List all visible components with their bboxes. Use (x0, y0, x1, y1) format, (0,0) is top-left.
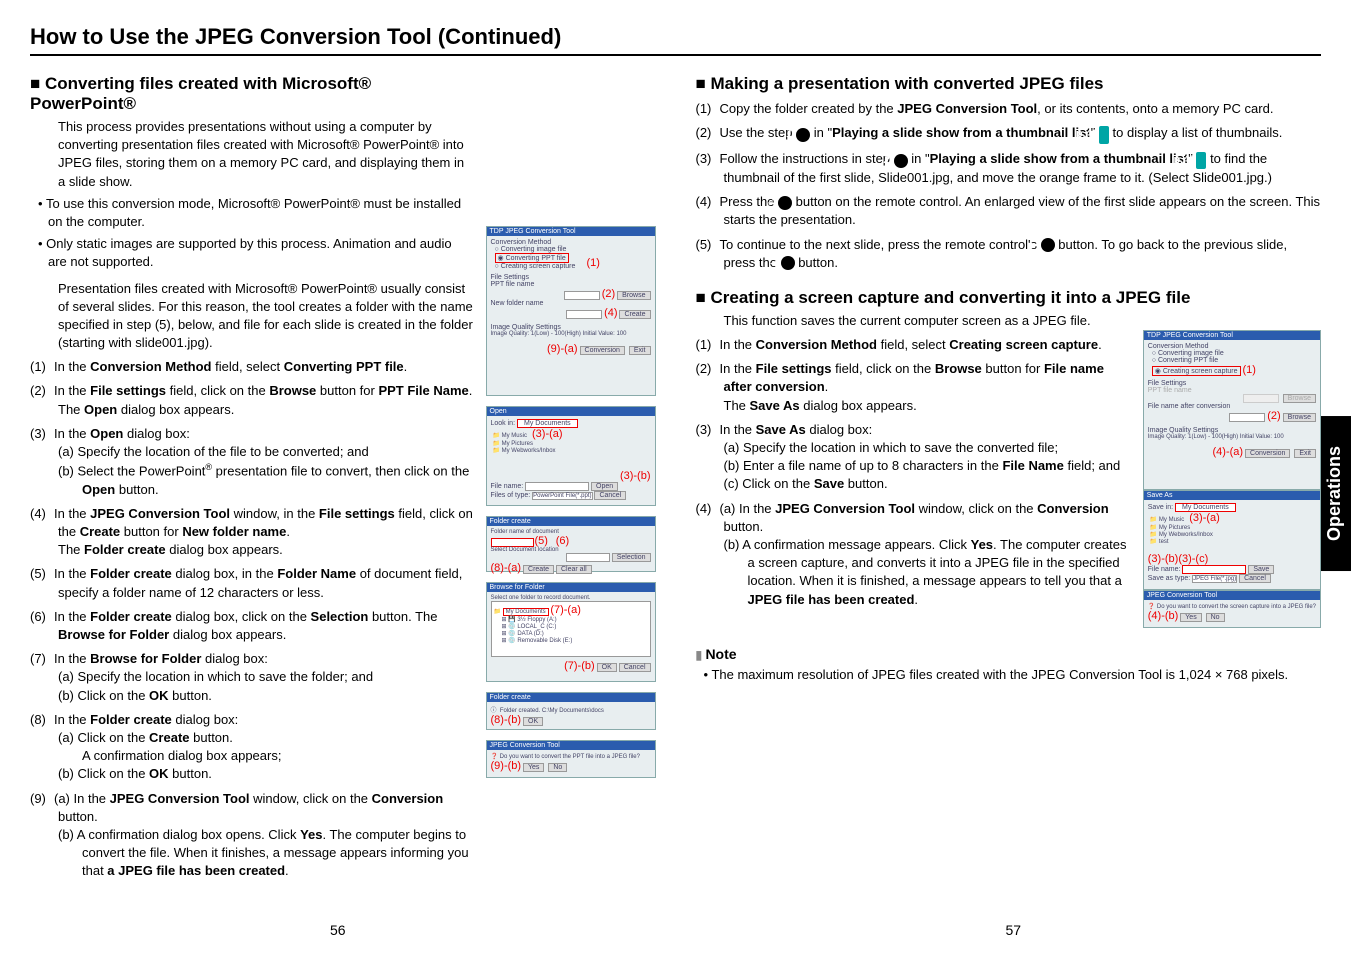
step-2: (2)In the File settings field, click on … (58, 382, 474, 400)
step-a5: (5)To continue to the next slide, press … (724, 236, 1322, 272)
thumb-browse-folder: Browse for Folder Select one folder to r… (486, 582, 656, 682)
pageref-47: p.47 (1196, 152, 1206, 169)
paragraph-2: Presentation files created with Microsof… (58, 280, 474, 353)
step-5: (5)In the Folder create dialog box, in t… (58, 565, 474, 601)
step-8: (8)In the Folder create dialog box: (58, 711, 474, 729)
section-make-presentation: Making a presentation with converted JPE… (696, 74, 1322, 94)
step-6: (6)In the Folder create dialog box, clic… (58, 608, 474, 644)
step-7: (7)In the Browse for Folder dialog box: (58, 650, 474, 668)
pageref-46: p.46 (1099, 126, 1109, 143)
thumb-convert-confirm: JPEG Conversion Tool ❓ Do you want to co… (486, 740, 656, 778)
page-number-left: 56 (330, 922, 346, 938)
step-a1: (1)Copy the folder created by the JPEG C… (724, 100, 1322, 118)
step-3b: (b) Select the PowerPoint® presentation … (82, 461, 474, 499)
step-3: (3)In the Open dialog box: (58, 425, 474, 443)
operations-tab: Operations (1318, 416, 1351, 571)
step-a3: (3)Follow the instructions in step 2 in … (724, 150, 1322, 188)
step-b2: (2)In the File settings field, click on … (724, 360, 1131, 396)
enter-icon: ⏎ (778, 196, 792, 210)
page-number-right: 57 (1005, 922, 1021, 938)
step-b3c: (c) Click on the Save button. (748, 475, 1131, 493)
step-b3a: (a) Specify the location in which to sav… (748, 439, 1131, 457)
thumb-folder-create: Folder create Folder name of document (5… (486, 516, 656, 572)
step-a2: (2)Use the step 1 in "Playing a slide sh… (724, 124, 1322, 143)
step-2-sub: The Open dialog box appears. (58, 401, 474, 419)
step-4-sub: The Folder create dialog box appears. (58, 541, 474, 559)
thumb-folder-created-msg: Folder create ⓘ Folder created. C:\My Do… (486, 692, 656, 730)
thumb-save-as: Save As Save in: My Documents 📁 My Music… (1143, 490, 1321, 590)
step-3a: (a) Specify the location of the file to … (82, 443, 474, 461)
step-4: (4)In the JPEG Conversion Tool window, i… (58, 505, 474, 541)
step-8ab: A confirmation dialog box appears; (82, 747, 474, 765)
thumb-open-dialog: Open Look in: My Documents 📁 My Music (3… (486, 406, 656, 506)
capture-intro: This function saves the current computer… (724, 312, 1322, 330)
step-a4: (4)Press the ⏎ button on the remote cont… (724, 193, 1322, 229)
note-1: The maximum resolution of JPEG files cre… (714, 666, 1322, 684)
bullet-1: To use this conversion mode, Microsoft® … (48, 195, 474, 231)
step-9b: (b) A confirmation dialog box opens. Cli… (82, 826, 474, 881)
step-8b: (b) Click on the OK button. (82, 765, 474, 783)
section-convert-ppt: Converting files created with Microsoft®… (30, 74, 474, 114)
step-b3: (3)In the Save As dialog box: (724, 421, 1131, 439)
step-7b: (b) Click on the OK button. (82, 687, 474, 705)
page-title: How to Use the JPEG Conversion Tool (Con… (30, 24, 1321, 50)
right-icon: ▶ (1041, 238, 1055, 252)
step-7a: (a) Specify the location in which to sav… (82, 668, 474, 686)
step-b1: (1)In the Conversion Method field, selec… (724, 336, 1131, 354)
section-screen-capture: Creating a screen capture and converting… (696, 288, 1322, 308)
note-heading: Note (696, 646, 1322, 662)
thumb-convert-confirm-2: JPEG Conversion Tool ❓ Do you want to co… (1143, 590, 1321, 628)
step-b3b: (b) Enter a file name of up to 8 charact… (748, 457, 1131, 475)
left-icon: ◀ (781, 256, 795, 270)
step-b4b: (b) A confirmation message appears. Clic… (748, 536, 1131, 609)
step-9a: (9)(a) In the JPEG Conversion Tool windo… (58, 790, 474, 826)
step-8a: (a) Click on the Create button. (82, 729, 474, 747)
bullet-2: Only static images are supported by this… (48, 235, 474, 271)
page-header: How to Use the JPEG Conversion Tool (Con… (30, 24, 1321, 56)
footer: 56 57 (0, 914, 1351, 954)
intro-paragraph: This process provides presentations with… (58, 118, 474, 191)
step-b2b: The Save As dialog box appears. (724, 397, 1131, 415)
step-b4a: (4)(a) In the JPEG Conversion Tool windo… (724, 500, 1131, 536)
thumb-jpeg-tool: TDP JPEG Conversion Tool Conversion Meth… (486, 226, 656, 396)
thumb-jpeg-tool-capture: TDP JPEG Conversion Tool Conversion Meth… (1143, 330, 1321, 490)
step-1: (1)In the Conversion Method field, selec… (58, 358, 474, 376)
